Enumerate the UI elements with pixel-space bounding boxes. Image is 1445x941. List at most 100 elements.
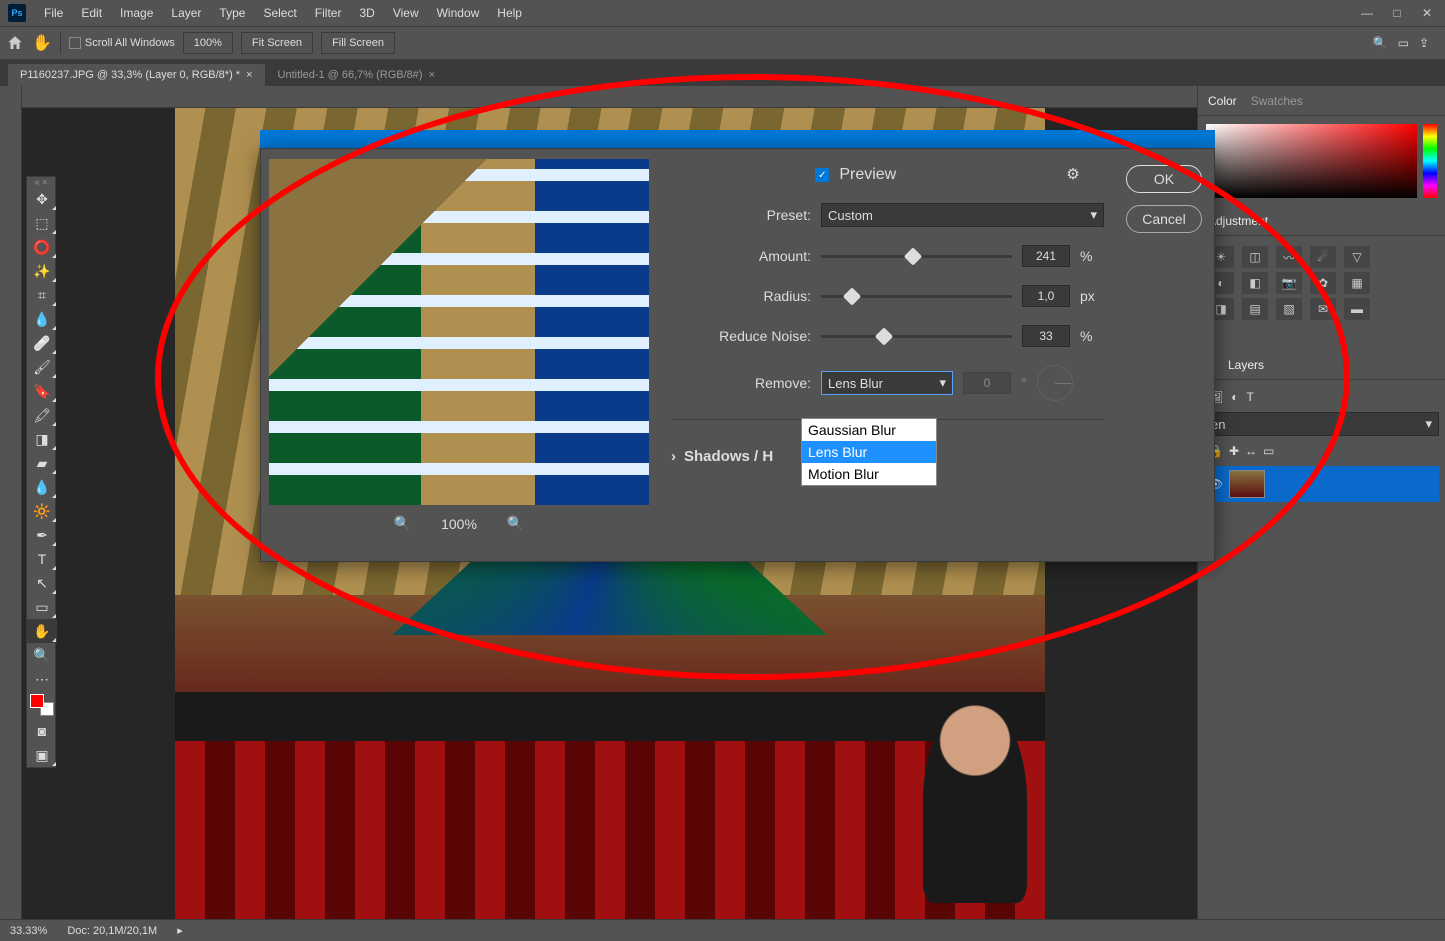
adj-vibrance-icon[interactable]: ▽ — [1344, 246, 1370, 268]
menu-file[interactable]: File — [36, 2, 71, 24]
dropdown-option-motion[interactable]: Motion Blur — [802, 463, 936, 485]
menu-filter[interactable]: Filter — [307, 2, 350, 24]
radius-slider[interactable] — [821, 295, 1012, 298]
quickmask-toggle[interactable]: ◙ — [27, 719, 57, 743]
path-tool[interactable]: ↖ — [27, 571, 57, 595]
radius-value[interactable]: 1,0 — [1022, 285, 1070, 307]
dialog-title-bar[interactable] — [260, 130, 1215, 150]
dropdown-option-lens[interactable]: Lens Blur — [802, 441, 936, 463]
home-icon[interactable] — [6, 34, 24, 52]
blend-mode-select[interactable]: en▾ — [1204, 412, 1439, 436]
noise-slider[interactable] — [821, 335, 1012, 338]
close-icon[interactable]: × — [246, 69, 252, 81]
menu-3d[interactable]: 3D — [351, 2, 382, 24]
adj-posterize-icon[interactable]: ▤ — [1242, 298, 1268, 320]
wand-tool[interactable]: ✨ — [27, 259, 57, 283]
fill-screen-button[interactable]: Fill Screen — [321, 32, 395, 54]
adj-bw-icon[interactable]: ◧ — [1242, 272, 1268, 294]
lock-artboard-icon[interactable]: ▭ — [1263, 444, 1274, 458]
adj-curves-icon[interactable]: 〰 — [1276, 246, 1302, 268]
stamp-tool[interactable]: 🔖 — [27, 379, 57, 403]
adj-exposure-icon[interactable]: ☄ — [1310, 246, 1336, 268]
adj-lut-icon[interactable]: ▦ — [1344, 272, 1370, 294]
menu-help[interactable]: Help — [489, 2, 530, 24]
adj-channel-icon[interactable]: ✿ — [1310, 272, 1336, 294]
hand-tool[interactable]: ✋ — [27, 619, 57, 643]
layer-filter-type-icon[interactable]: T — [1246, 390, 1253, 404]
zoom-in-icon[interactable]: 🔍 — [507, 515, 524, 532]
layer-filter-adjust-icon[interactable]: ◐ — [1231, 390, 1238, 404]
tab-layers[interactable]: Layers — [1228, 358, 1264, 372]
arrange-icon[interactable]: ▭ — [1398, 36, 1409, 50]
gradient-tool[interactable]: ▰ — [27, 451, 57, 475]
search-icon[interactable]: 🔍 — [1373, 36, 1388, 50]
pen-tool[interactable]: ✒ — [27, 523, 57, 547]
adj-threshold-icon[interactable]: ▧ — [1276, 298, 1302, 320]
remove-angle-value[interactable]: 0 — [963, 372, 1011, 394]
crop-tool[interactable]: ⌗ — [27, 283, 57, 307]
window-maximize[interactable]: □ — [1383, 3, 1411, 23]
tab-doc-2[interactable]: Untitled-1 @ 66,7% (RGB/8#) × — [266, 64, 449, 86]
cancel-button[interactable]: Cancel — [1126, 205, 1202, 233]
tab-adjustments[interactable]: Adjustment — [1208, 214, 1268, 228]
noise-value[interactable]: 33 — [1022, 325, 1070, 347]
angle-dial[interactable] — [1037, 365, 1073, 401]
move-tool[interactable]: ✥ — [27, 187, 57, 211]
eraser-tool[interactable]: ◨ — [27, 427, 57, 451]
status-doc-size[interactable]: Doc: 20,1M/20,1M — [67, 925, 157, 937]
heal-tool[interactable]: 🩹 — [27, 331, 57, 355]
status-zoom[interactable]: 33.33% — [10, 925, 47, 937]
tab-doc-1[interactable]: P1160237.JPG @ 33,3% (Layer 0, RGB/8*) *… — [8, 64, 266, 86]
fit-screen-button[interactable]: Fit Screen — [241, 32, 313, 54]
chevron-right-icon[interactable]: ▸ — [177, 924, 183, 937]
screenmode-toggle[interactable]: ▣ — [27, 743, 57, 767]
blur-tool[interactable]: 💧 — [27, 475, 57, 499]
amount-slider[interactable] — [821, 255, 1012, 258]
dialog-preview-image[interactable] — [269, 159, 649, 505]
adj-selective-icon[interactable]: ✉ — [1310, 298, 1336, 320]
preview-checkbox[interactable]: ✓ — [815, 168, 829, 182]
menu-edit[interactable]: Edit — [73, 2, 110, 24]
color-swatches[interactable] — [27, 691, 57, 719]
menu-type[interactable]: Type — [211, 2, 253, 24]
hue-slider[interactable] — [1423, 124, 1437, 198]
preset-select[interactable]: Custom▾ — [821, 203, 1104, 227]
tab-swatches[interactable]: Swatches — [1251, 94, 1303, 108]
type-tool[interactable]: T — [27, 547, 57, 571]
amount-value[interactable]: 241 — [1022, 245, 1070, 267]
scroll-all-checkbox[interactable]: Scroll All Windows — [69, 37, 175, 49]
dropdown-option-gaussian[interactable]: Gaussian Blur — [802, 419, 936, 441]
menu-view[interactable]: View — [385, 2, 427, 24]
history-brush-tool[interactable]: 🖍 — [27, 403, 57, 427]
lock-position-icon[interactable]: ↔ — [1245, 444, 1257, 458]
remove-select[interactable]: Lens Blur▾ — [821, 371, 953, 395]
adj-gradient-icon[interactable]: ▬ — [1344, 298, 1370, 320]
menu-select[interactable]: Select — [255, 2, 304, 24]
layer-row[interactable]: 👁 — [1204, 466, 1439, 502]
ok-button[interactable]: OK — [1126, 165, 1202, 193]
menu-layer[interactable]: Layer — [163, 2, 209, 24]
color-picker[interactable] — [1198, 116, 1445, 206]
menu-window[interactable]: Window — [429, 2, 488, 24]
zoom-out-icon[interactable]: 🔍 — [394, 515, 411, 532]
lasso-tool[interactable]: ⭕ — [27, 235, 57, 259]
zoom-tool[interactable]: 🔍 — [27, 643, 57, 667]
adj-photo-filter-icon[interactable]: 📷 — [1276, 272, 1302, 294]
menu-image[interactable]: Image — [112, 2, 161, 24]
close-icon[interactable]: × — [429, 69, 435, 81]
dodge-tool[interactable]: 🔆 — [27, 499, 57, 523]
window-minimize[interactable]: — — [1353, 3, 1381, 23]
lock-pixels-icon[interactable]: ✚ — [1229, 444, 1239, 458]
marquee-tool[interactable]: ⬚ — [27, 211, 57, 235]
zoom-value[interactable]: 100% — [183, 32, 233, 54]
eyedropper-tool[interactable]: 💧 — [27, 307, 57, 331]
gear-icon[interactable]: ⚙ — [1066, 165, 1079, 183]
shape-tool[interactable]: ▭ — [27, 595, 57, 619]
brush-tool[interactable]: 🖌 — [27, 355, 57, 379]
edit-toolbar[interactable]: ⋯ — [27, 667, 57, 691]
foreground-color[interactable] — [30, 694, 44, 708]
share-icon[interactable]: ⇪ — [1419, 36, 1429, 50]
window-close[interactable]: ✕ — [1413, 3, 1441, 23]
adj-levels-icon[interactable]: ◫ — [1242, 246, 1268, 268]
tab-color[interactable]: Color — [1208, 94, 1237, 108]
